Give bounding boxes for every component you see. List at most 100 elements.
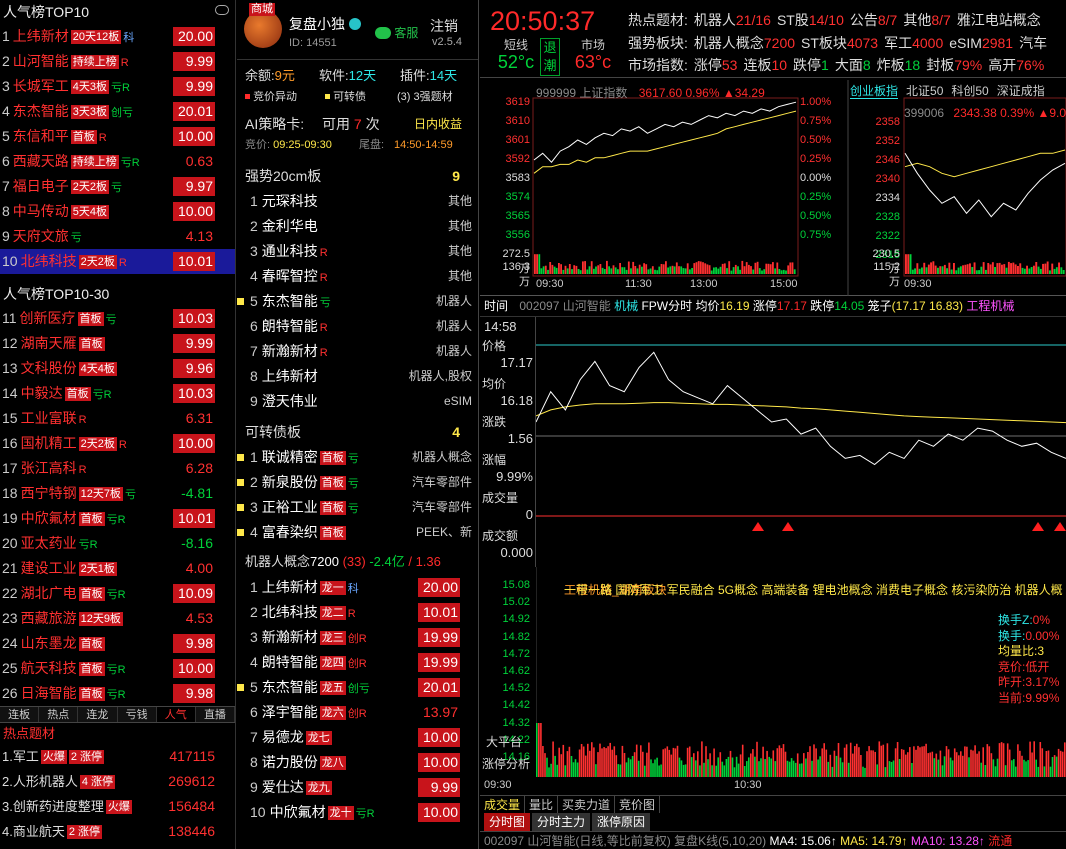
indicator-tab[interactable]: 量比 bbox=[525, 796, 559, 813]
list-row[interactable]: 6 泽宇智能 龙六 创R 13.97 bbox=[237, 700, 478, 725]
rank-row[interactable]: 25 航天科技 首板 亏R 10.00 bbox=[0, 656, 235, 681]
stock-name[interactable]: 天府文旅 bbox=[13, 228, 69, 244]
chart-tab[interactable]: 涨停原因 bbox=[592, 813, 651, 831]
stock-name[interactable]: 金利华电 bbox=[262, 218, 318, 234]
rank-row[interactable]: 11 创新医疗 首板亏 10.03 bbox=[0, 306, 235, 331]
status-item[interactable]: 炸板18 bbox=[877, 57, 921, 73]
stock-name[interactable]: 东杰智能 bbox=[13, 103, 69, 119]
rank-row[interactable]: 23 西藏旅游 12天9板 4.53 bbox=[0, 606, 235, 631]
rank-row[interactable]: 13 文科股份 4天4板 9.96 bbox=[0, 356, 235, 381]
hot-row[interactable]: 1.军工 火爆 2 涨停 417115 bbox=[0, 744, 235, 769]
stock-name[interactable]: 诺力股份 bbox=[262, 754, 318, 770]
stock-name[interactable]: 东杰智能 bbox=[262, 293, 318, 309]
list-row[interactable]: 2 北纬科技 龙二 R 10.01 bbox=[237, 600, 478, 625]
logout-button[interactable]: 注销 bbox=[430, 16, 458, 36]
left-tab[interactable]: 人气 bbox=[156, 707, 196, 722]
stock-name[interactable]: 新瀚新材 bbox=[262, 629, 318, 645]
list-row[interactable]: 4 富春染织 首板 PEEK、新 bbox=[237, 520, 478, 545]
service-button[interactable]: 客服 bbox=[375, 24, 418, 41]
stock-name[interactable]: 北纬科技 bbox=[21, 253, 77, 269]
hot-row[interactable]: 3.创新药进度整理 火爆 156484 bbox=[0, 794, 235, 819]
list-row[interactable]: 1 联诚精密 首板亏 机器人概念 bbox=[237, 445, 478, 470]
rank-row[interactable]: 26 日海智能 首板 亏R 9.98 bbox=[0, 681, 235, 706]
stock-name[interactable]: 西藏旅游 bbox=[21, 610, 77, 626]
list-row[interactable]: 2 金利华电 其他 bbox=[237, 214, 478, 239]
rank-row[interactable]: 4 东杰智能 3天3板 创亏 20.01 bbox=[0, 99, 235, 124]
rank-row[interactable]: 7 福日电子 2天2板亏 9.97 bbox=[0, 174, 235, 199]
stock-name[interactable]: 联诚精密 bbox=[262, 449, 318, 465]
hot-row[interactable]: 4.商业航天 2 涨停 138446 bbox=[0, 819, 235, 844]
rank-row[interactable]: 9 天府文旅亏 4.13 bbox=[0, 224, 235, 249]
hot-name[interactable]: 创新药进度整理 bbox=[13, 799, 104, 814]
list-row[interactable]: 7 易德龙 龙七 10.00 bbox=[237, 725, 478, 750]
stock-name[interactable]: 张江高科 bbox=[21, 460, 77, 476]
status-item[interactable]: eSIM2981 bbox=[949, 35, 1013, 51]
list-row[interactable]: 2 新泉股份 首板亏 汽车零部件 bbox=[237, 470, 478, 495]
index-tab[interactable]: 创业板指 bbox=[850, 84, 899, 99]
hot-name[interactable]: 商业航天 bbox=[13, 824, 65, 839]
rank-row[interactable]: 18 西宁特钢 12天7板亏 -4.81 bbox=[0, 481, 235, 506]
hot-name[interactable]: 人形机器人 bbox=[13, 774, 78, 789]
stock-name[interactable]: 西宁特钢 bbox=[21, 485, 77, 501]
indicator-tab[interactable]: 成交量 bbox=[480, 796, 526, 813]
stock-name[interactable]: 长城军工 bbox=[13, 78, 69, 94]
rank-row[interactable]: 6 西藏天路 持续上榜 亏R 0.63 bbox=[0, 149, 235, 174]
status-item[interactable]: 汽车 bbox=[1019, 35, 1047, 51]
list-row[interactable]: 1 元琛科技 其他 bbox=[237, 189, 478, 214]
status-item[interactable]: ST板块4073 bbox=[801, 35, 878, 51]
status-item[interactable]: 跌停1 bbox=[793, 57, 829, 73]
list-row[interactable]: 10 中欣氟材 龙十 亏R 10.00 bbox=[237, 800, 478, 825]
status-item[interactable]: 其他8/7 bbox=[903, 12, 950, 28]
stock-name[interactable]: 东信和平 bbox=[13, 128, 69, 144]
big-platform-label[interactable]: 大平台 bbox=[486, 733, 522, 750]
status-item[interactable]: 公告8/7 bbox=[850, 12, 897, 28]
hot-row[interactable]: 2.人形机器人 4 涨停 269612 bbox=[0, 769, 235, 794]
stock-industry[interactable]: 机械 bbox=[614, 299, 638, 313]
opt2-item[interactable]: 可转债 bbox=[325, 88, 366, 106]
left-tab[interactable]: 亏钱 bbox=[118, 707, 157, 722]
status-item[interactable]: 涨停53 bbox=[694, 57, 738, 73]
stock-name[interactable]: 文科股份 bbox=[21, 360, 77, 376]
index-tab[interactable]: 科创50 bbox=[951, 84, 988, 98]
stock-name[interactable]: 湖北广电 bbox=[21, 585, 77, 601]
left-tab[interactable]: 直播 bbox=[196, 707, 235, 722]
list-row[interactable]: 8 诺力股份 龙八 10.00 bbox=[237, 750, 478, 775]
list-row[interactable]: 6 朗特智能 R 机器人 bbox=[237, 314, 478, 339]
stock-name[interactable]: 春晖智控 bbox=[262, 268, 318, 284]
fpw-label[interactable]: FPW分时 bbox=[641, 299, 692, 313]
rank-row[interactable]: 24 山东墨龙 首板 9.98 bbox=[0, 631, 235, 656]
rank-row[interactable]: 19 中欣氟材 首板 亏R 10.01 bbox=[0, 506, 235, 531]
stock-name[interactable]: 山河智能 bbox=[13, 53, 69, 69]
hot-name[interactable]: 军工 bbox=[13, 749, 39, 764]
list-row[interactable]: 7 新瀚新材 R 机器人 bbox=[237, 339, 478, 364]
list-row[interactable]: 3 正裕工业 首板亏 汽车零部件 bbox=[237, 495, 478, 520]
status-item[interactable]: 机器人概念7200 bbox=[694, 35, 795, 51]
stock-name[interactable]: 新瀚新材 bbox=[262, 343, 318, 359]
stock-name[interactable]: 新泉股份 bbox=[262, 474, 318, 490]
rank-row[interactable]: 16 国机精工 2天2板 R 10.00 bbox=[0, 431, 235, 456]
rank-row[interactable]: 22 湖北广电 首板 亏R 10.09 bbox=[0, 581, 235, 606]
indicator-tab[interactable]: 竞价图 bbox=[615, 796, 661, 813]
rank-row[interactable]: 17 张江高科 R 6.28 bbox=[0, 456, 235, 481]
cloud-icon[interactable] bbox=[215, 5, 229, 15]
rank-row[interactable]: 1 上纬新材 20天12板科 20.00 bbox=[0, 24, 235, 49]
stock-name[interactable]: 中毅达 bbox=[21, 385, 63, 401]
stock-name[interactable]: 建设工业 bbox=[21, 560, 77, 576]
left-tab[interactable]: 热点 bbox=[39, 707, 79, 722]
stock-name[interactable]: 澄天伟业 bbox=[262, 393, 318, 409]
status-item[interactable]: 军工4000 bbox=[884, 35, 943, 51]
opt1-check-icon[interactable] bbox=[245, 94, 250, 99]
rank-row[interactable]: 12 湖南天雁 首板 9.99 bbox=[0, 331, 235, 356]
list-row[interactable]: 5 东杰智能 龙五 创亏 20.01 bbox=[237, 675, 478, 700]
list-row[interactable]: 9 爱仕达 龙九 9.99 bbox=[237, 775, 478, 800]
stock-name[interactable]: 中马传动 bbox=[13, 203, 69, 219]
status-item[interactable]: 高开76% bbox=[988, 57, 1044, 73]
rank-row[interactable]: 8 中马传动 5天4板 10.00 bbox=[0, 199, 235, 224]
indicator-tab[interactable]: 买卖力道 bbox=[558, 796, 616, 813]
stock-name[interactable]: 工业富联 bbox=[21, 410, 77, 426]
rank-row[interactable]: 20 亚太药业 亏R -8.16 bbox=[0, 531, 235, 556]
rank-row[interactable]: 15 工业富联 R 6.31 bbox=[0, 406, 235, 431]
index-tab[interactable]: 北证50 bbox=[906, 84, 943, 98]
stock-name[interactable]: 北纬科技 bbox=[262, 604, 318, 620]
list-row[interactable]: 8 上纬新材 机器人,股权 bbox=[237, 364, 478, 389]
